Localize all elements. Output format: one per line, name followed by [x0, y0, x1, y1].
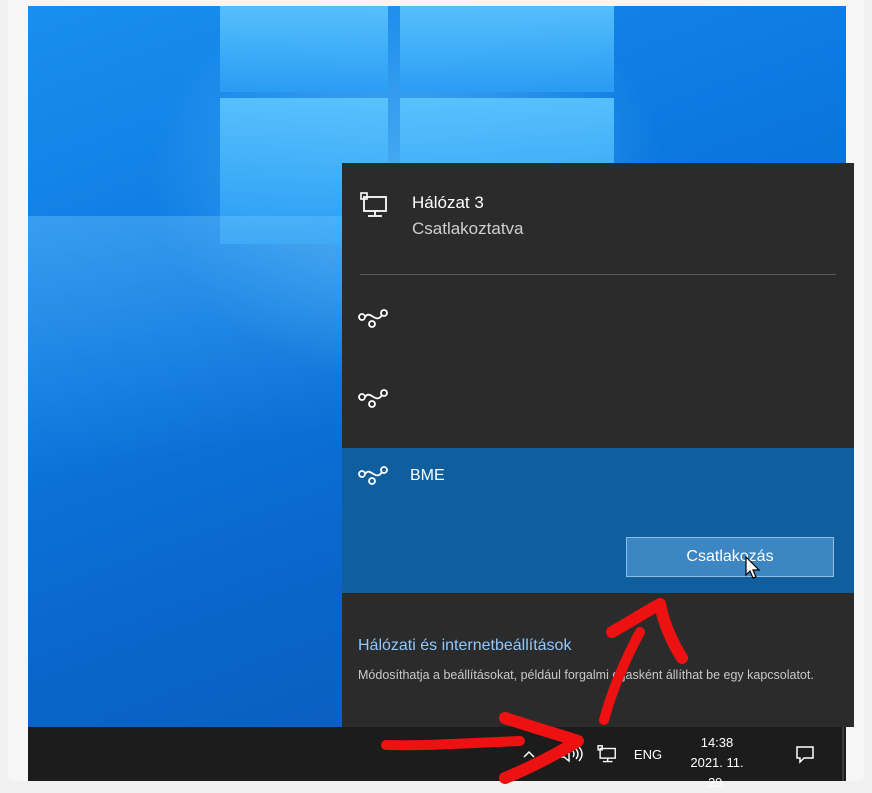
active-network[interactable]: Hálózat 3 Csatlakoztatva: [342, 163, 854, 275]
wallpaper-pane: [220, 6, 388, 92]
clock-time: 14:38: [700, 735, 734, 750]
chevron-up-icon: [523, 750, 535, 758]
network-settings: Hálózati és internetbeállítások Módosíth…: [342, 593, 854, 727]
clock-date: 2021. 11. 29.: [690, 755, 744, 790]
active-network-status: Csatlakoztatva: [412, 219, 524, 238]
connect-button[interactable]: Csatlakozás: [626, 537, 834, 577]
show-desktop-button[interactable]: [842, 727, 844, 781]
volume-icon: [559, 745, 583, 763]
network-item-bme[interactable]: BME Csatlakozás: [342, 448, 854, 593]
network-icon: [597, 745, 616, 763]
notification-icon: [796, 746, 814, 764]
active-network-name: Hálózat 3: [412, 193, 484, 212]
ethernet-icon: [360, 192, 387, 217]
network-item[interactable]: [342, 363, 854, 435]
network-tray-button[interactable]: [592, 727, 622, 781]
taskbar: ENG 14:38 2021. 11. 29.: [28, 727, 846, 790]
show-hidden-icons-button[interactable]: [518, 727, 540, 781]
action-center-button[interactable]: [788, 727, 822, 781]
network-name: BME: [410, 467, 445, 484]
network-item[interactable]: [342, 283, 854, 355]
volume-button[interactable]: [554, 727, 588, 781]
clock[interactable]: 14:38 2021. 11. 29.: [680, 733, 754, 793]
network-settings-link[interactable]: Hálózati és internetbeállítások: [358, 637, 571, 655]
language-indicator[interactable]: ENG: [628, 727, 668, 781]
dialup-icon: [358, 389, 388, 408]
network-settings-description: Módosíthatja a beállításokat, például fo…: [358, 668, 814, 682]
mouse-cursor-icon: [745, 556, 761, 579]
wallpaper-pane: [400, 6, 614, 92]
network-flyout: Hálózat 3 Csatlakoztatva BME Csatlakozás: [342, 163, 854, 727]
divider: [360, 274, 836, 275]
dialup-icon: [358, 309, 388, 328]
dialup-icon: [358, 466, 388, 485]
